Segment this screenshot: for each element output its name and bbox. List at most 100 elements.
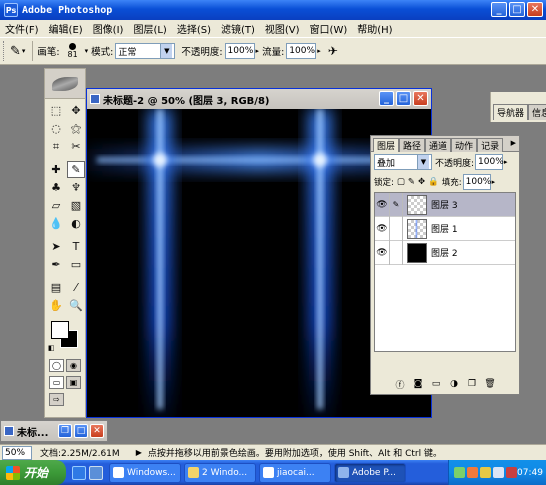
screen-mode-full-icon[interactable]: ▣ [66,376,81,389]
tab-history[interactable]: 记录 [477,138,504,152]
dodge-tool-icon[interactable]: ◐ [67,215,85,232]
toolbox-header[interactable] [45,69,85,99]
doc-close-button[interactable]: ✕ [413,91,428,106]
marquee-tool-icon[interactable]: ⬚ [47,102,65,119]
start-button[interactable]: 开始 [0,460,66,485]
history-brush-tool-icon[interactable]: ♆ [67,179,85,196]
minimized-document-window[interactable]: 未标... ❐ □ ✕ [0,420,108,442]
standard-mode-icon[interactable]: ◯ [49,359,64,372]
fill-slider-icon[interactable]: ▸ [492,178,496,186]
opacity-field[interactable]: 100% [224,43,255,59]
pen-tool-icon[interactable]: ✒ [47,256,65,273]
menu-filter[interactable]: 滤镜(T) [216,21,260,36]
notes-tool-icon[interactable]: ▤ [47,279,65,296]
layer-opacity-slider-icon[interactable]: ▸ [504,158,508,166]
taskbar-item-photoshop[interactable]: Adobe P... [334,462,406,483]
layer-opacity-field[interactable]: 100% [475,154,504,170]
opacity-slider-icon[interactable]: ▸ [256,47,260,55]
doc-maximize-button[interactable]: □ [396,91,411,106]
brush-tool-icon[interactable]: ✎ [67,161,85,178]
eraser-tool-icon[interactable]: ▱ [47,197,65,214]
doc-minimize-button[interactable]: _ [379,91,394,106]
magic-wand-tool-icon[interactable]: ⚝ [67,120,85,137]
brush-preview[interactable]: 81 [62,40,84,62]
layer-row-1[interactable]: 👁 图层 1 [375,216,515,241]
clone-stamp-tool-icon[interactable]: ♣ [47,179,65,196]
link-slot[interactable] [390,240,403,265]
healing-brush-tool-icon[interactable]: ✚ [47,161,65,178]
lasso-tool-icon[interactable]: ◌ [47,120,65,137]
tab-paths[interactable]: 路径 [399,138,426,152]
tray-security-icon[interactable] [480,467,491,478]
lock-position-icon[interactable]: ✥ [418,177,425,187]
quick-mask-mode-icon[interactable]: ◉ [66,359,81,372]
maximize-button[interactable]: □ [509,2,525,17]
layer-row-3[interactable]: 👁 ✎ 图层 3 [375,192,515,217]
path-selection-tool-icon[interactable]: ➤ [47,238,65,255]
zoom-field[interactable]: 50% [2,445,32,460]
close-button[interactable]: ✕ [90,424,104,438]
menu-select[interactable]: 选择(S) [172,21,216,36]
shape-tool-icon[interactable]: ▭ [67,256,85,273]
menu-file[interactable]: 文件(F) [0,21,44,36]
link-slot[interactable] [390,216,403,241]
tab-channels[interactable]: 通道 [425,138,452,152]
gradient-tool-icon[interactable]: ▧ [67,197,85,214]
menu-window[interactable]: 窗口(W) [305,21,353,36]
tab-layers[interactable]: 图层 [373,138,400,152]
adjustment-layer-icon[interactable]: ◑ [448,378,460,390]
maximize-button[interactable]: □ [74,424,88,438]
menu-help[interactable]: 帮助(H) [352,21,397,36]
lock-all-icon[interactable]: 🔒 [428,177,439,187]
ie-icon[interactable] [72,465,86,480]
taskbar-item-windows[interactable]: Windows... [109,462,181,483]
tab-info[interactable]: 信息 [528,104,546,120]
slice-tool-icon[interactable]: ✂ [67,138,85,155]
eye-icon[interactable]: 👁 [375,192,390,217]
options-grip[interactable] [3,41,6,61]
blur-tool-icon[interactable]: 💧 [47,215,65,232]
menu-edit[interactable]: 编辑(E) [44,21,88,36]
status-menu-icon[interactable]: ▶ [136,448,142,457]
tray-volume-icon[interactable] [493,467,504,478]
restore-button[interactable]: ❐ [58,424,72,438]
jump-to-imageready-icon[interactable]: ⇨ [49,393,64,406]
layer-row-2[interactable]: 👁 图层 2 [375,240,515,265]
photoshop-quick-icon[interactable] [89,465,103,480]
close-button[interactable]: ✕ [527,2,543,17]
lock-paint-icon[interactable]: ✎ [408,177,415,187]
tool-preset-dropdown-icon[interactable]: ▾ [22,47,26,55]
eyedropper-tool-icon[interactable]: ⁄ [67,279,85,296]
new-set-icon[interactable]: ▭ [430,378,442,390]
airbrush-icon[interactable]: ✈ [328,44,338,58]
taskbar-item-jiaocai[interactable]: jiaocai... [259,462,331,483]
menu-layer[interactable]: 图层(L) [128,21,171,36]
tray-ime-icon[interactable] [467,467,478,478]
layer-mask-icon[interactable]: ◙ [412,378,424,390]
foreground-color-swatch[interactable] [51,321,69,339]
tab-navigator[interactable]: 导航器 [493,104,529,120]
mode-select[interactable]: 正常 ▼ [115,43,176,59]
palette-menu-icon[interactable]: ▶ [511,139,516,147]
blend-mode-select[interactable]: 叠加 ▼ [374,154,432,170]
zoom-tool-icon[interactable]: 🔍 [67,297,85,314]
flow-field[interactable]: 100% [286,43,317,59]
tab-actions[interactable]: 动作 [451,138,478,152]
crop-tool-icon[interactable]: ⌗ [47,138,65,155]
move-tool-icon[interactable]: ✥ [67,102,85,119]
menu-view[interactable]: 视图(V) [260,21,305,36]
screen-mode-standard-icon[interactable]: ▭ [49,376,64,389]
trash-icon[interactable]: 🗑 [484,378,496,390]
new-layer-icon[interactable]: ❐ [466,378,478,390]
menu-image[interactable]: 图像(I) [88,21,129,36]
tray-network-icon[interactable] [454,467,465,478]
fill-field[interactable]: 100% [462,174,491,190]
taskbar-item-windows-group[interactable]: 2 Windo... [184,462,256,483]
default-colors-icon[interactable]: ◧ [48,344,55,352]
minimize-button[interactable]: _ [491,2,507,17]
tray-app-icon[interactable] [506,467,517,478]
eye-icon[interactable]: 👁 [375,240,390,265]
layer-style-icon[interactable]: ⓕ [394,378,406,391]
lock-transparency-icon[interactable]: ▢ [397,177,405,187]
hand-tool-icon[interactable]: ✋ [47,297,65,314]
